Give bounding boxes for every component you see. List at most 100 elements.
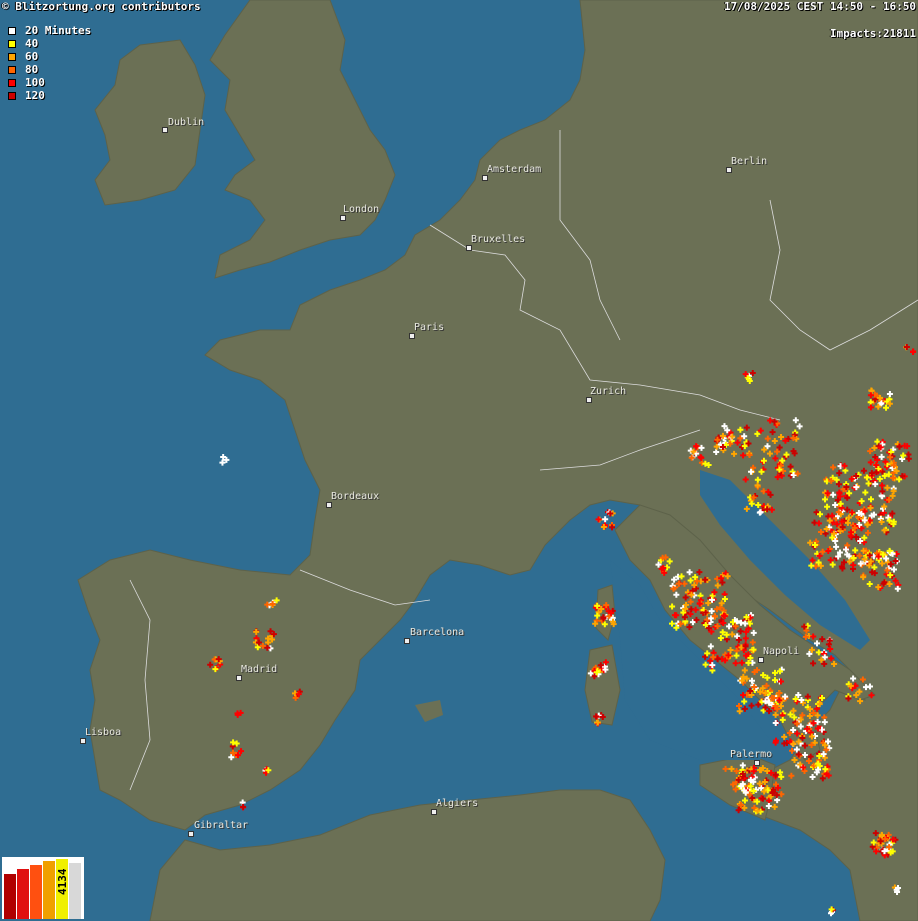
lightning-strike-marker (765, 803, 772, 810)
lightning-strike-marker (809, 557, 816, 564)
lightning-strike-marker (253, 628, 260, 635)
lightning-strike-marker (742, 635, 749, 642)
lightning-strike-marker (891, 566, 898, 573)
lightning-strike-marker (743, 424, 750, 431)
lightning-strike-marker (755, 501, 762, 508)
lightning-strike-marker (804, 693, 811, 700)
lightning-strike-marker (900, 452, 907, 459)
lightning-strike-marker (669, 603, 676, 610)
lightning-strike-marker (207, 661, 214, 668)
lightning-strike-marker (868, 692, 875, 699)
lightning-strike-marker (760, 457, 767, 464)
lightning-strike-marker (867, 392, 874, 399)
lightning-strike-marker (743, 505, 750, 512)
lightning-strike-marker (860, 467, 867, 474)
lightning-strike-marker (861, 534, 868, 541)
lightning-strike-marker (873, 848, 880, 855)
lightning-strike-marker (867, 459, 874, 466)
lightning-strike-marker (867, 683, 874, 690)
lightning-strike-marker (788, 772, 795, 779)
lightning-strike-marker (766, 708, 773, 715)
lightning-strike-marker (697, 454, 704, 461)
counter-bar (17, 869, 29, 919)
lightning-strike-marker (792, 417, 799, 424)
lightning-strike-marker (878, 453, 885, 460)
lightning-strike-marker (808, 562, 815, 569)
lightning-strike-marker (692, 606, 699, 613)
lightning-strike-marker (859, 676, 866, 683)
lightning-strike-marker (772, 455, 779, 462)
lightning-strike-marker (749, 639, 756, 646)
lightning-strike-marker (741, 797, 748, 804)
lightning-strike-marker (722, 765, 729, 772)
lightning-strike-marker (815, 649, 822, 656)
lightning-strike-marker (713, 449, 720, 456)
lightning-strike-marker (698, 444, 705, 451)
lightning-strike-marker (896, 476, 903, 483)
lightning-strike-marker (883, 404, 890, 411)
lightning-strike-marker (841, 462, 848, 469)
lightning-strike-marker (767, 417, 774, 424)
lightning-strike-marker (669, 620, 676, 627)
lightning-strike-marker (878, 519, 885, 526)
lightning-strike-marker (850, 675, 857, 682)
lightning-strike-marker (687, 577, 694, 584)
lightning-strike-marker (867, 448, 874, 455)
lightning-strike-marker (826, 637, 833, 644)
lightning-strike-marker (686, 624, 693, 631)
lightning-strike-marker (899, 456, 906, 463)
lightning-strike-marker (731, 450, 738, 457)
lightning-strike-marker (831, 661, 838, 668)
lightning-strike-marker (740, 692, 747, 699)
lightning-strike-marker (819, 636, 826, 643)
lightning-strike-marker (791, 757, 798, 764)
lightning-strike-marker (830, 464, 837, 471)
lightning-strike-marker (889, 492, 896, 499)
lightning-strike-marker (808, 733, 815, 740)
lightning-strike-marker (675, 580, 682, 587)
lightning-strike-marker (769, 429, 776, 436)
lightning-strike-marker (766, 450, 773, 457)
lightning-strike-marker (771, 438, 778, 445)
lightning-strike-marker (764, 443, 771, 450)
lightning-map[interactable]: © Blitzortung.org contributors 17/08/202… (0, 0, 918, 921)
lightning-strike-marker (824, 503, 831, 510)
lightning-strike-marker (778, 433, 785, 440)
lightning-strike-marker (741, 705, 748, 712)
lightning-strike-marker (735, 702, 742, 709)
lightning-strike-marker (666, 558, 673, 565)
lightning-strike-marker (836, 470, 843, 477)
lightning-strike-marker (230, 739, 237, 746)
lightning-strike-marker (594, 719, 601, 726)
lightning-strike-marker (879, 488, 886, 495)
lightning-strike-marker (754, 430, 761, 437)
lightning-strike-marker (905, 455, 912, 462)
lightning-strike-marker (707, 643, 714, 650)
lightning-strike-marker (686, 569, 693, 576)
lightning-strike-marker (801, 751, 808, 758)
lightning-strike-marker (764, 435, 771, 442)
lightning-strike-marker (772, 719, 779, 726)
lightning-strike-marker (814, 640, 821, 647)
lightning-strike-marker (910, 348, 917, 355)
counter-bar (69, 863, 81, 919)
lightning-strike-marker (850, 562, 857, 569)
lightning-strike-marker (736, 708, 743, 715)
lightning-strikes-layer (207, 343, 917, 917)
lightning-strike-marker (739, 762, 746, 769)
lightning-strike-marker (857, 698, 864, 705)
counter-bar (43, 861, 55, 919)
lightning-strike-marker (787, 463, 794, 470)
lightning-strike-marker (696, 569, 703, 576)
lightning-strike-marker (678, 573, 685, 580)
lightning-strike-marker (856, 552, 863, 559)
lightning-strike-marker (688, 454, 695, 461)
lightning-strike-marker (828, 655, 835, 662)
lightning-strike-marker (810, 660, 817, 667)
lightning-strike-marker (867, 404, 874, 411)
lightning-strike-marker (240, 803, 247, 810)
lightning-strike-marker (757, 427, 764, 434)
lightning-strike-marker (741, 667, 748, 674)
lightning-strike-marker (879, 482, 886, 489)
lightning-strike-marker (761, 446, 768, 453)
